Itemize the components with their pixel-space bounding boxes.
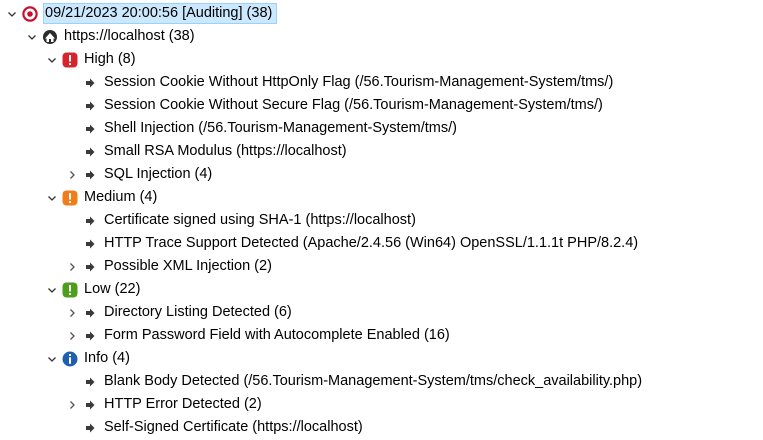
tree-row-host[interactable]: https://localhost (38) (0, 25, 763, 48)
alert-label[interactable]: HTTP Trace Support Detected (Apache/2.4.… (103, 233, 642, 254)
chevron-right-icon[interactable] (64, 301, 80, 324)
chevron-down-icon[interactable] (4, 2, 20, 25)
tree-row-alert-group[interactable]: SQL Injection (4) (0, 163, 763, 186)
chevron-down-icon[interactable] (44, 278, 60, 301)
alert-label[interactable]: Possible XML Injection (2) (103, 256, 276, 277)
results-tree: 09/21/2023 20:00:56 [Auditing] (38) http… (0, 2, 763, 439)
alert-label[interactable]: Self-Signed Certificate (https://localho… (103, 417, 367, 438)
arrow-right-icon (82, 213, 98, 229)
alert-label[interactable]: Session Cookie Without Secure Flag (/56.… (103, 95, 607, 116)
chevron-down-icon[interactable] (44, 186, 60, 209)
severity-info-icon (62, 351, 78, 367)
arrow-right-icon (82, 305, 98, 321)
chevron-down-icon[interactable] (44, 347, 60, 370)
host-globe-icon (42, 29, 58, 45)
alert-label[interactable]: Directory Listing Detected (6) (103, 302, 296, 323)
scan-target-icon (22, 5, 38, 22)
group-label-medium[interactable]: Medium (4) (83, 187, 161, 208)
group-label-info[interactable]: Info (4) (83, 348, 134, 369)
group-label-low[interactable]: Low (22) (83, 279, 144, 300)
tree-row-group-low[interactable]: Low (22) (0, 278, 763, 301)
chevron-right-icon[interactable] (64, 163, 80, 186)
arrow-right-icon (82, 397, 98, 413)
tree-row-alert-group[interactable]: Possible XML Injection (2) (0, 255, 763, 278)
severity-medium-icon (62, 190, 78, 206)
arrow-right-icon (82, 167, 98, 183)
chevron-right-icon[interactable] (64, 324, 80, 347)
tree-row-alert[interactable]: Blank Body Detected (/56.Tourism-Managem… (0, 370, 763, 393)
tree-row-group-info[interactable]: Info (4) (0, 347, 763, 370)
tree-row-alert[interactable]: HTTP Trace Support Detected (Apache/2.4.… (0, 232, 763, 255)
alert-label[interactable]: SQL Injection (4) (103, 164, 216, 185)
tree-row-alert-group[interactable]: Form Password Field with Autocomplete En… (0, 324, 763, 347)
arrow-right-icon (82, 236, 98, 252)
tree-row-alert[interactable]: Self-Signed Certificate (https://localho… (0, 416, 763, 439)
scan-label[interactable]: 09/21/2023 20:00:56 [Auditing] (38) (43, 3, 278, 24)
tree-row-alert[interactable]: Certificate signed using SHA-1 (https://… (0, 209, 763, 232)
arrow-right-icon (82, 420, 98, 436)
chevron-right-icon[interactable] (64, 393, 80, 416)
arrow-right-icon (82, 328, 98, 344)
tree-row-alert[interactable]: Session Cookie Without HttpOnly Flag (/5… (0, 71, 763, 94)
chevron-down-icon[interactable] (24, 25, 40, 48)
group-label-high[interactable]: High (8) (83, 49, 140, 70)
alert-label[interactable]: Form Password Field with Autocomplete En… (103, 325, 454, 346)
tree-row-group-high[interactable]: High (8) (0, 48, 763, 71)
arrow-right-icon (82, 374, 98, 390)
chevron-right-icon[interactable] (64, 255, 80, 278)
arrow-right-icon (82, 75, 98, 91)
host-label[interactable]: https://localhost (38) (63, 26, 199, 47)
alert-label[interactable]: Shell Injection (/56.Tourism-Management-… (103, 118, 461, 139)
tree-row-alert[interactable]: Shell Injection (/56.Tourism-Management-… (0, 117, 763, 140)
alert-label[interactable]: Session Cookie Without HttpOnly Flag (/5… (103, 72, 617, 93)
tree-row-alert[interactable]: Small RSA Modulus (https://localhost) (0, 140, 763, 163)
arrow-right-icon (82, 144, 98, 160)
arrow-right-icon (82, 98, 98, 114)
chevron-down-icon[interactable] (44, 48, 60, 71)
tree-row-group-medium[interactable]: Medium (4) (0, 186, 763, 209)
arrow-right-icon (82, 259, 98, 275)
tree-row-scan[interactable]: 09/21/2023 20:00:56 [Auditing] (38) (0, 2, 763, 25)
alert-label[interactable]: Small RSA Modulus (https://localhost) (103, 141, 351, 162)
alert-label[interactable]: HTTP Error Detected (2) (103, 394, 266, 415)
alert-label[interactable]: Blank Body Detected (/56.Tourism-Managem… (103, 371, 646, 392)
arrow-right-icon (82, 121, 98, 137)
tree-row-alert-group[interactable]: Directory Listing Detected (6) (0, 301, 763, 324)
tree-row-alert[interactable]: Session Cookie Without Secure Flag (/56.… (0, 94, 763, 117)
alert-label[interactable]: Certificate signed using SHA-1 (https://… (103, 210, 420, 231)
tree-row-alert-group[interactable]: HTTP Error Detected (2) (0, 393, 763, 416)
severity-high-icon (62, 52, 78, 68)
severity-low-icon (62, 282, 78, 298)
